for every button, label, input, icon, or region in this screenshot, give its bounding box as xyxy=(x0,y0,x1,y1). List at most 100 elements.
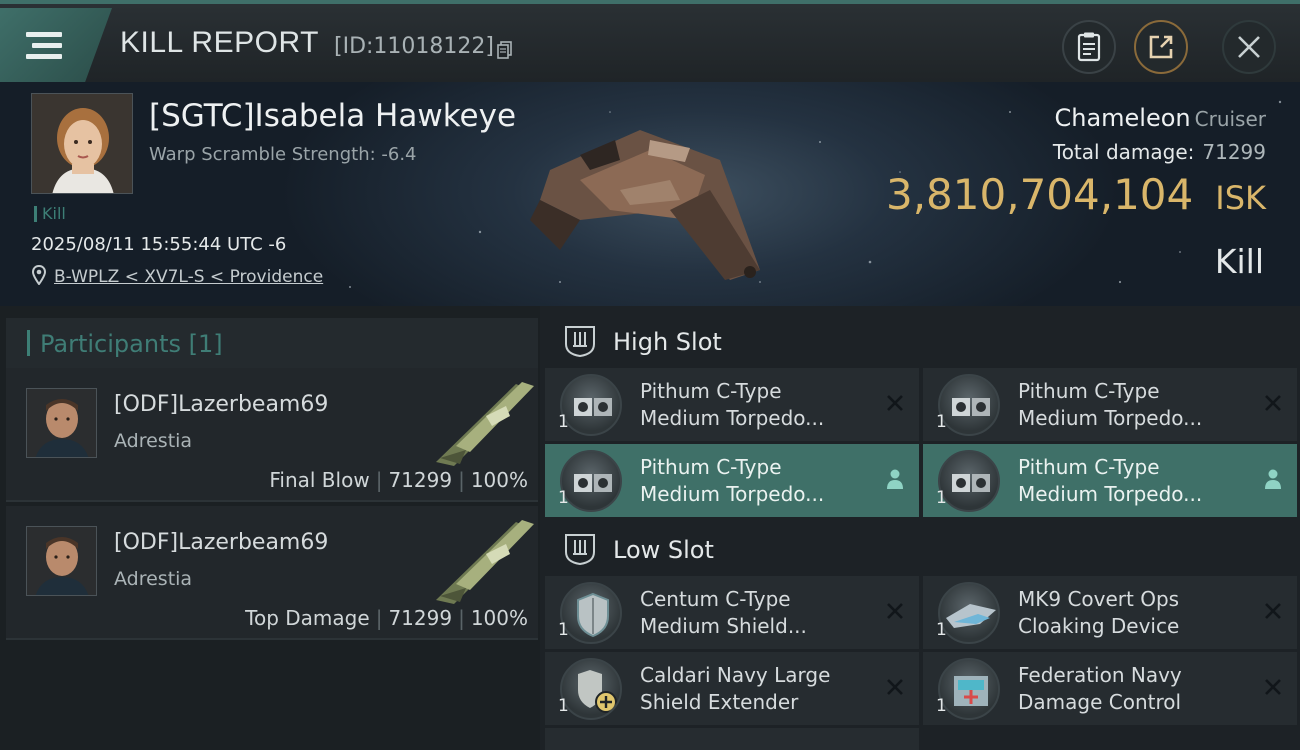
module-name: Pithum C-Type Medium Torpedo... xyxy=(1018,455,1203,506)
module-quantity: 1 xyxy=(558,412,569,432)
location-link[interactable]: B-WPLZ < XV7L-S < Providence xyxy=(54,267,323,287)
module-quantity: 1 xyxy=(558,696,569,716)
module-item[interactable]: 1 Caldari Navy Large Shield Extender xyxy=(545,652,919,725)
destroyed-icon xyxy=(1265,679,1281,695)
page-title: KILL REPORT xyxy=(120,26,319,59)
module-item[interactable]: 1 Pithum C-Type Medium Torpedo... xyxy=(923,368,1297,441)
total-damage-value: 71299 xyxy=(1202,140,1266,164)
low-slot-title: Low Slot xyxy=(613,536,714,564)
participant-avatar xyxy=(26,526,97,596)
total-damage-label: Total damage: xyxy=(1052,140,1195,164)
kill-report-id: [ID:11018122] xyxy=(334,34,494,59)
victim-ship-image xyxy=(530,130,760,280)
cloaking-device-icon xyxy=(938,582,1000,644)
shield-extender-icon xyxy=(560,658,622,720)
module-item[interactable]: 1 Pithum C-Type Medium Torpedo... xyxy=(923,444,1297,517)
participant-ship: Adrestia xyxy=(114,430,193,452)
module-item[interactable]: 1 Centum C-Type Medium Shield... xyxy=(545,576,919,649)
close-button[interactable] xyxy=(1222,20,1276,74)
module-quantity: 1 xyxy=(558,620,569,640)
module-quantity: 1 xyxy=(558,488,569,508)
victim-banner: [SGTC]Isabela Hawkeye Warp Scramble Stre… xyxy=(0,82,1300,306)
fitting-panel: High Slot 1 Pithum C-Type Medium Torpedo.… xyxy=(540,306,1300,750)
torpedo-launcher-icon xyxy=(560,450,622,512)
menu-button[interactable] xyxy=(0,8,112,82)
module-item[interactable]: 1 Pithum C-Type Medium Torpedo... xyxy=(545,368,919,441)
module-name: Pithum C-Type Medium Torpedo... xyxy=(640,455,825,506)
kill-result: Kill xyxy=(1214,242,1264,281)
participant-percent: 100% xyxy=(470,606,528,630)
pilot-portrait-icon xyxy=(27,389,96,457)
shield-hardener-icon xyxy=(560,582,622,644)
participant-row[interactable]: [ODF]Lazerbeam69 Adrestia Final Blow | 712… xyxy=(6,368,538,502)
participant-avatar xyxy=(26,388,97,458)
isk-value: 3,810,704,104 ISK xyxy=(886,170,1266,219)
copy-icon[interactable] xyxy=(497,41,513,59)
module-item[interactable]: 1 Pithum C-Type Medium Torpedo... xyxy=(545,444,919,517)
participants-header: Participants [1] xyxy=(6,318,538,368)
participant-percent: 100% xyxy=(470,468,528,492)
total-damage: Total damage: 71299 xyxy=(1053,140,1266,164)
destroyed-icon xyxy=(887,395,903,411)
kill-datetime: 2025/08/11 15:55:44 UTC -6 xyxy=(31,234,287,255)
destroyed-icon xyxy=(1265,395,1281,411)
participant-ship-icon xyxy=(436,382,534,466)
clipboard-icon xyxy=(1077,32,1101,62)
participants-panel: Participants [1] [ODF]Lazerbeam69 Adrest… xyxy=(0,306,540,750)
participant-stats: Top Damage | 71299 | 100% xyxy=(245,606,528,630)
person-icon xyxy=(1265,469,1281,489)
high-slot-icon xyxy=(565,326,595,358)
participant-role: Top Damage xyxy=(245,606,370,630)
low-slot-icon xyxy=(565,534,595,566)
close-icon xyxy=(1238,36,1260,58)
module-item[interactable] xyxy=(545,728,919,750)
low-slot-header: Low Slot xyxy=(545,518,1299,578)
participant-ship-icon xyxy=(436,520,534,604)
module-name: Pithum C-Type Medium Torpedo... xyxy=(640,379,825,430)
module-name: Caldari Navy Large Shield Extender xyxy=(640,663,831,714)
module-name: Centum C-Type Medium Shield... xyxy=(640,587,807,638)
participant-ship: Adrestia xyxy=(114,568,193,590)
participant-row[interactable]: [ODF]Lazerbeam69 Adrestia Top Damage | 712… xyxy=(6,506,538,640)
torpedo-launcher-icon xyxy=(938,374,1000,436)
victim-portrait[interactable] xyxy=(31,93,133,194)
location-pin-icon xyxy=(32,265,46,285)
pilot-portrait-icon xyxy=(27,527,96,595)
hamburger-icon xyxy=(26,32,62,60)
share-button[interactable] xyxy=(1134,20,1188,74)
participant-name: [ODF]Lazerbeam69 xyxy=(114,530,329,555)
high-slot-title: High Slot xyxy=(613,328,722,356)
report-button[interactable] xyxy=(1062,20,1116,74)
module-quantity: 1 xyxy=(936,412,947,432)
kill-type-tag: Kill xyxy=(34,206,66,222)
participant-stats: Final Blow | 71299 | 100% xyxy=(269,468,528,492)
participant-damage: 71299 xyxy=(388,468,453,492)
module-name: Federation Navy Damage Control xyxy=(1018,663,1182,714)
module-name: MK9 Covert Ops Cloaking Device xyxy=(1018,587,1180,638)
ship-class: Cruiser xyxy=(1194,107,1266,131)
share-icon xyxy=(1149,35,1173,59)
module-name: Pithum C-Type Medium Torpedo... xyxy=(1018,379,1203,430)
destroyed-icon xyxy=(887,679,903,695)
module-quantity: 1 xyxy=(936,696,947,716)
person-icon xyxy=(887,469,903,489)
warp-scramble-strength: Warp Scramble Strength: -6.4 xyxy=(149,144,417,165)
module-item[interactable]: 1 MK9 Covert Ops Cloaking Device xyxy=(923,576,1297,649)
torpedo-launcher-icon xyxy=(560,374,622,436)
ship-name: Chameleon xyxy=(1054,104,1191,132)
victim-ship[interactable]: Chameleon Cruiser xyxy=(1054,104,1266,132)
isk-unit: ISK xyxy=(1215,179,1266,217)
destroyed-icon xyxy=(1265,603,1281,619)
module-quantity: 1 xyxy=(936,488,947,508)
header-bar: KILL REPORT [ID:11018122] xyxy=(0,0,1300,82)
isk-amount: 3,810,704,104 xyxy=(885,170,1194,219)
module-item[interactable]: 1 Federation Navy Damage Control xyxy=(923,652,1297,725)
high-slot-header: High Slot xyxy=(545,310,1299,370)
participants-title: Participants [1] xyxy=(40,330,223,358)
participant-name: [ODF]Lazerbeam69 xyxy=(114,392,329,417)
module-quantity: 1 xyxy=(936,620,947,640)
damage-control-icon xyxy=(938,658,1000,720)
participant-damage: 71299 xyxy=(388,606,453,630)
victim-name[interactable]: [SGTC]Isabela Hawkeye xyxy=(149,98,516,134)
participant-role: Final Blow xyxy=(269,468,370,492)
